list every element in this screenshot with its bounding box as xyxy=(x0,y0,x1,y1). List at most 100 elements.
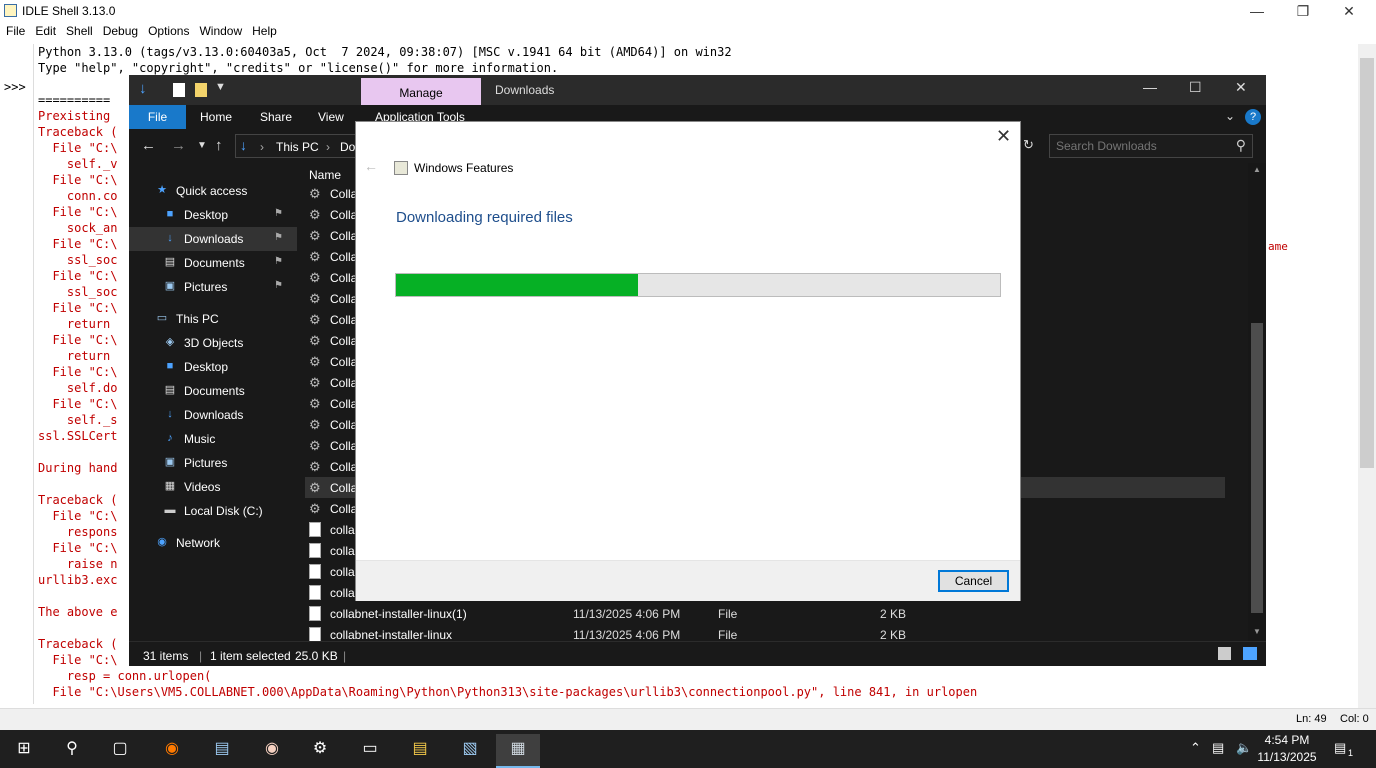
download-arrow-icon: ↓ xyxy=(139,80,147,97)
column-header-name[interactable]: Name xyxy=(309,168,341,182)
nav-network[interactable]: ◉ Network xyxy=(129,531,297,555)
cancel-button[interactable]: Cancel xyxy=(938,570,1009,592)
menu-window[interactable]: Window xyxy=(195,24,246,38)
task-view-icon[interactable]: ▢ xyxy=(98,734,142,768)
installer-icon: ⚙ xyxy=(309,480,321,495)
nav-pc-item[interactable]: ■ Desktop xyxy=(129,355,297,379)
windows-features-dialog: ✕ ← Windows Features Downloading require… xyxy=(355,121,1021,601)
search-input[interactable] xyxy=(1056,138,1226,154)
nav-this-pc[interactable]: ▭ This PC xyxy=(129,307,297,331)
refresh-icon[interactable]: ↻ xyxy=(1023,137,1034,153)
search-icon[interactable]: ⚲ xyxy=(1236,137,1246,154)
large-icons-view-icon[interactable] xyxy=(1243,647,1257,660)
back-arrow-icon[interactable]: ← xyxy=(141,137,156,154)
file-name: Colla xyxy=(330,418,358,432)
close-icon[interactable]: ✕ xyxy=(1326,0,1372,22)
nav-quick-desktop[interactable]: ■ Desktop ⚑ xyxy=(129,203,297,227)
breadcrumb-this-pc[interactable]: This PC xyxy=(276,140,319,154)
settings-gear-icon[interactable]: ⚙ xyxy=(298,734,342,768)
network-icon[interactable]: ▤ xyxy=(1212,740,1224,756)
nav-pc-item[interactable]: ▦ Videos xyxy=(129,475,297,499)
menu-edit[interactable]: Edit xyxy=(31,24,60,38)
installer-icon: ⚙ xyxy=(309,417,321,432)
nav-pc-item[interactable]: ◈ 3D Objects xyxy=(129,331,297,355)
close-icon[interactable]: ✕ xyxy=(996,126,1011,147)
tab-share[interactable]: Share xyxy=(260,110,292,124)
file-name: Colla xyxy=(330,460,358,474)
item-count: 31 items xyxy=(143,649,189,663)
tab-file[interactable]: File xyxy=(129,105,186,129)
menu-debug[interactable]: Debug xyxy=(99,24,142,38)
minimize-icon[interactable]: — xyxy=(1143,79,1157,95)
windows-features-taskbar-icon[interactable]: ▦ xyxy=(496,734,540,768)
volume-muted-icon[interactable]: 🔈 xyxy=(1236,740,1252,756)
nav-quick-pictures[interactable]: ▣ Pictures ⚑ xyxy=(129,275,297,299)
recent-locations-icon[interactable]: ▼ xyxy=(197,140,207,151)
notification-center-icon[interactable]: ▤ xyxy=(1334,740,1346,756)
python-idle-icon[interactable]: ▧ xyxy=(448,734,492,768)
idle-statusbar: Ln: 49 Col: 0 xyxy=(0,708,1376,730)
scroll-down-icon[interactable]: ▼ xyxy=(1253,627,1261,636)
nav-pc-item[interactable]: ▬ Local Disk (C:) xyxy=(129,499,297,523)
nav-pc-item[interactable]: ↓ Downloads xyxy=(129,403,297,427)
network-computer-icon[interactable]: ▤ xyxy=(200,734,244,768)
star-icon: ★ xyxy=(157,184,167,196)
address-box[interactable]: ↓ › This PC › Do xyxy=(235,134,357,158)
file-name: colla xyxy=(330,523,355,537)
terminal-icon[interactable]: ▭ xyxy=(348,734,392,768)
menu-help[interactable]: Help xyxy=(248,24,281,38)
pin-icon: ⚑ xyxy=(274,256,283,267)
tab-manage[interactable]: Manage xyxy=(361,78,481,105)
details-view-icon[interactable] xyxy=(1218,647,1231,660)
up-arrow-icon[interactable]: ↑ xyxy=(215,137,223,154)
scroll-up-icon[interactable]: ▲ xyxy=(1253,165,1261,174)
close-icon[interactable]: ✕ xyxy=(1235,79,1247,96)
search-box[interactable]: ⚲ xyxy=(1049,134,1253,158)
file-explorer-icon[interactable]: ▤ xyxy=(398,734,442,768)
nav-quick-downloads[interactable]: ↓ Downloads ⚑ xyxy=(129,227,297,251)
file-list-scrollbar[interactable]: ▲ ▼ xyxy=(1248,163,1266,641)
tab-home[interactable]: Home xyxy=(200,110,232,124)
installer-icon: ⚙ xyxy=(309,438,321,453)
properties-icon[interactable] xyxy=(173,83,185,97)
forward-arrow-icon[interactable]: → xyxy=(171,137,186,154)
chevron-down-icon[interactable]: ⌄ xyxy=(1225,109,1235,123)
help-icon[interactable]: ? xyxy=(1245,109,1261,125)
tab-view[interactable]: View xyxy=(318,110,344,124)
app-icon[interactable]: ◉ xyxy=(250,734,294,768)
menu-shell[interactable]: Shell xyxy=(62,24,97,38)
search-icon[interactable]: ⚲ xyxy=(50,734,94,768)
taskbar-clock[interactable]: 4:54 PM 11/13/2025 xyxy=(1254,732,1320,766)
file-name: Colla xyxy=(330,229,358,243)
nav-pc-item[interactable]: ♪ Music xyxy=(129,427,297,451)
menu-options[interactable]: Options xyxy=(144,24,193,38)
nav-label: Pictures xyxy=(184,456,228,470)
scrollbar-thumb[interactable] xyxy=(1251,323,1263,613)
chevron-up-icon[interactable]: ⌃ xyxy=(1190,740,1201,756)
file-row[interactable]: collabnet-installer-linux(1) 11/13/2025 4… xyxy=(305,603,1225,624)
nav-pc-item[interactable]: ▣ Pictures xyxy=(129,451,297,475)
new-folder-icon[interactable] xyxy=(195,83,207,97)
maximize-icon[interactable]: ❐ xyxy=(1280,0,1326,22)
shell-output-line: Python 3.13.0 (tags/v3.13.0:60403a5, Oct… xyxy=(38,45,732,59)
file-row[interactable]: collabnet-installer-linux 11/13/2025 4:06… xyxy=(305,624,1225,641)
customize-toolbar-icon[interactable]: ▼ xyxy=(215,81,226,93)
idle-vertical-scrollbar[interactable] xyxy=(1358,44,1376,708)
nav-quick-documents[interactable]: ▤ Documents ⚑ xyxy=(129,251,297,275)
documents-icon: ▤ xyxy=(164,384,176,396)
maximize-icon[interactable]: ☐ xyxy=(1189,79,1202,96)
nav-pc-item[interactable]: ▤ Documents xyxy=(129,379,297,403)
scrollbar-thumb[interactable] xyxy=(1360,58,1374,468)
dialog-heading: Downloading required files xyxy=(396,209,573,226)
notification-count-badge: 1 xyxy=(1348,748,1354,758)
breadcrumb-downloads[interactable]: Do xyxy=(340,140,355,154)
installer-icon: ⚙ xyxy=(309,396,321,411)
back-arrow-icon[interactable]: ← xyxy=(364,158,378,174)
nav-label: 3D Objects xyxy=(184,336,244,350)
installer-icon: ⚙ xyxy=(309,354,321,369)
windows-start-icon[interactable]: ⊞ xyxy=(2,734,46,768)
minimize-icon[interactable]: — xyxy=(1234,0,1280,22)
menu-file[interactable]: File xyxy=(2,24,29,38)
nav-quick-access[interactable]: ★ Quick access xyxy=(129,179,297,203)
firefox-icon[interactable]: ◉ xyxy=(150,734,194,768)
